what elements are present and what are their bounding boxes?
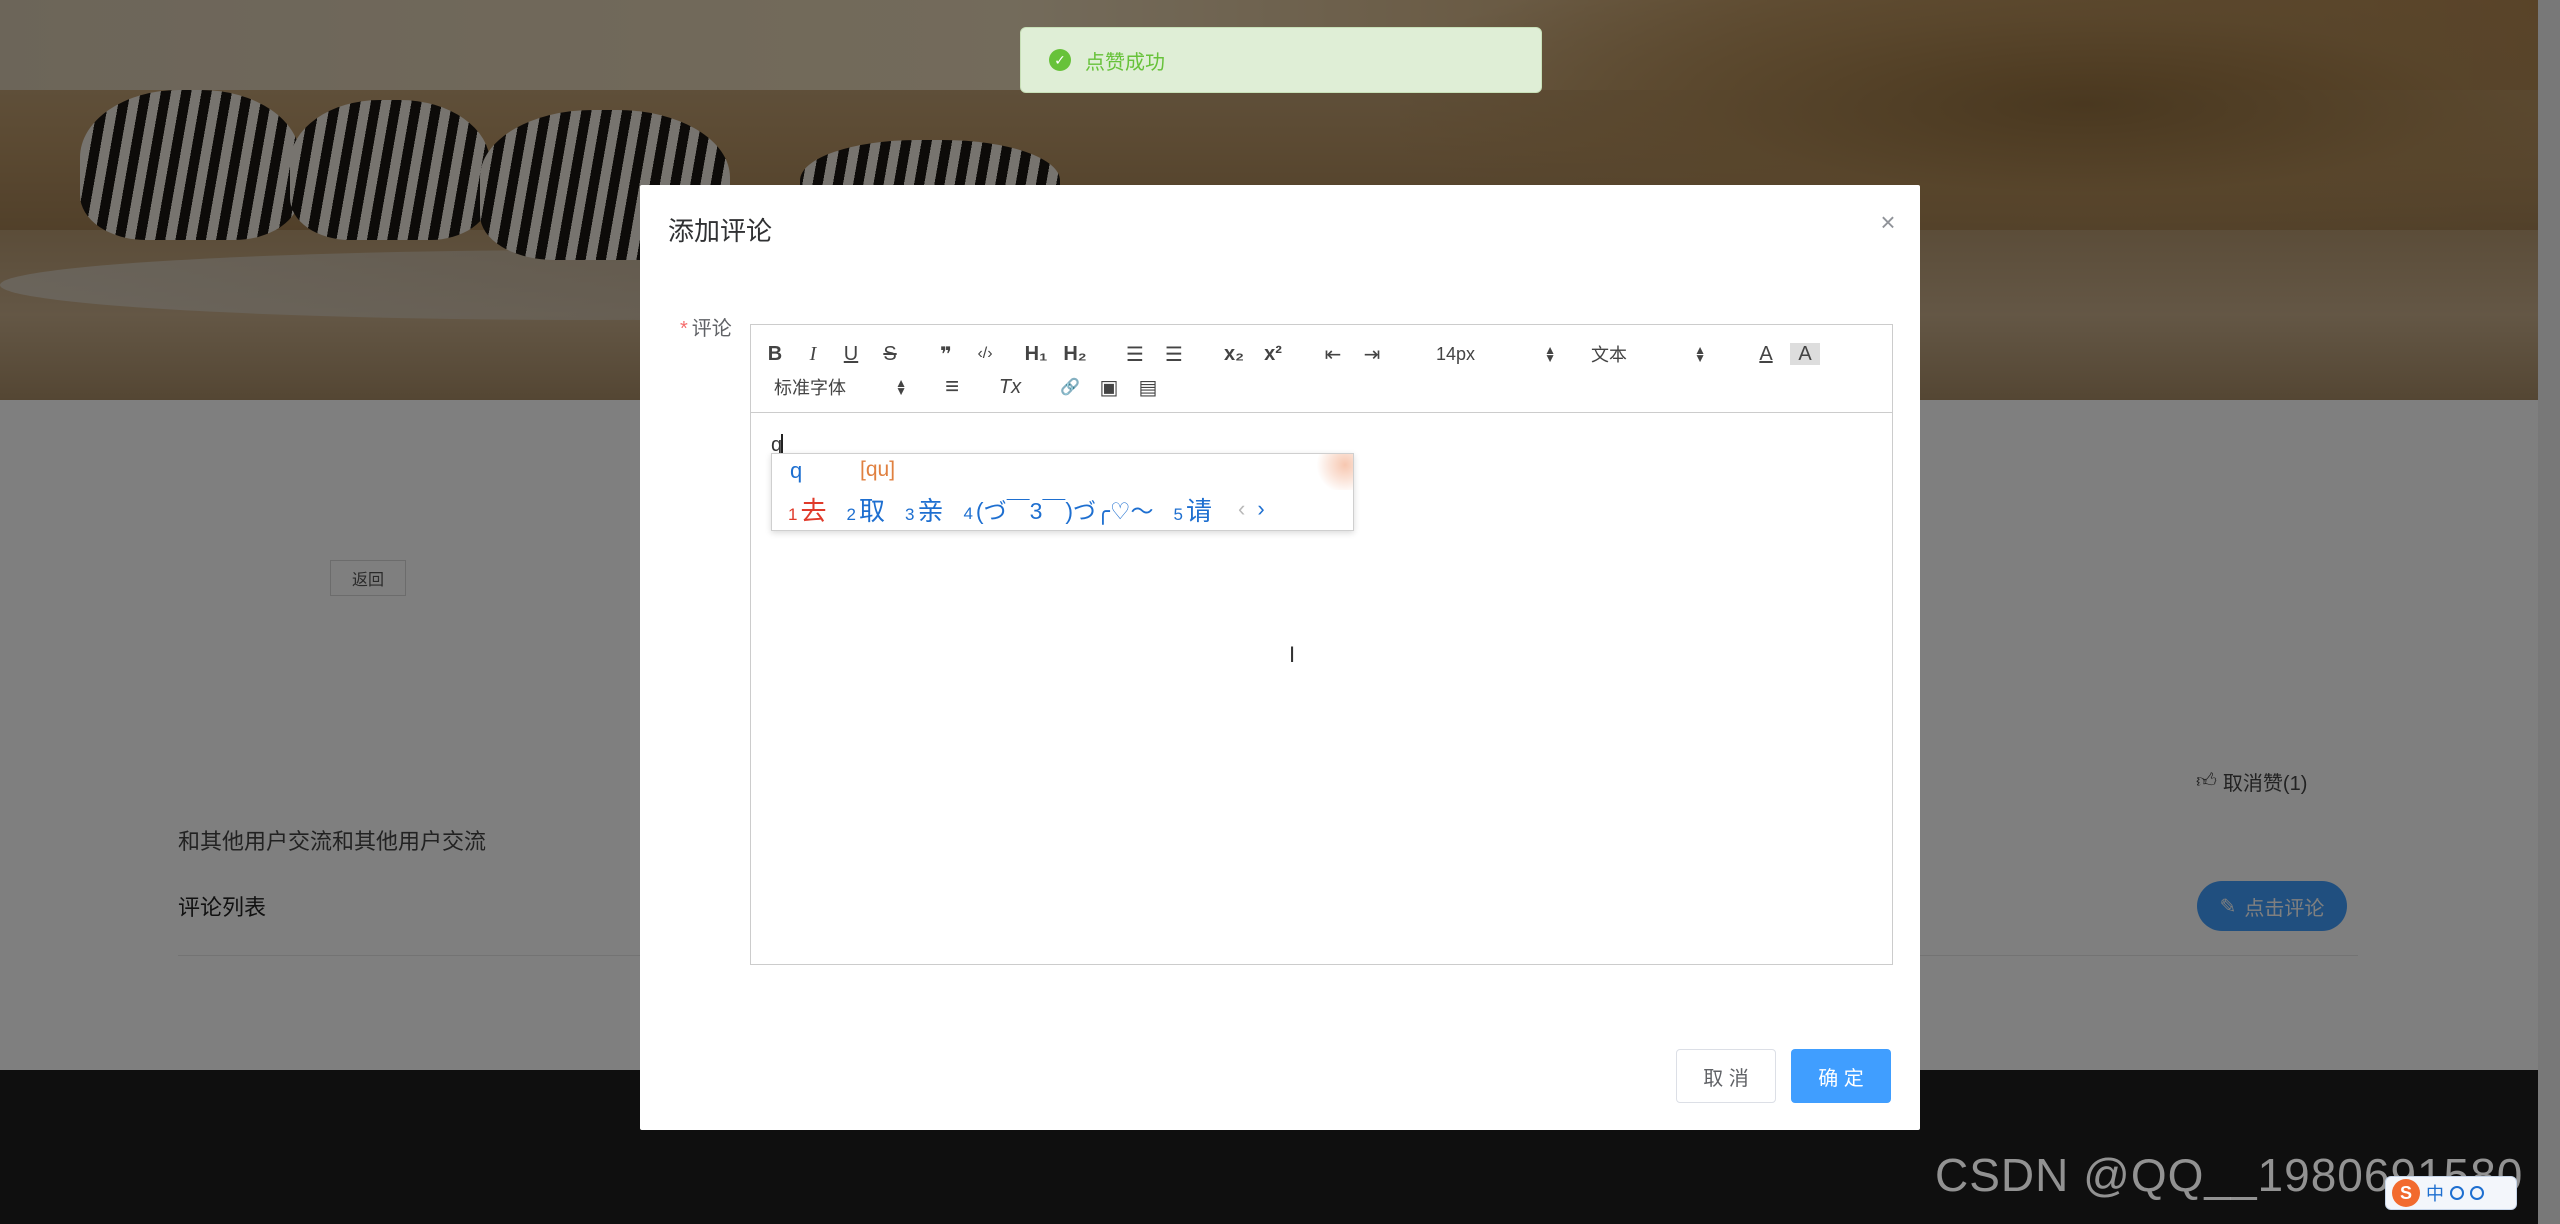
confirm-button[interactable]: 确 定 (1791, 1049, 1891, 1103)
ime-candidate[interactable]: 2取 (846, 491, 884, 528)
code-block-button[interactable]: ‹/› (970, 339, 1000, 369)
ime-pager: ‹ › (1238, 496, 1265, 522)
ime-candidate[interactable]: 3亲 (905, 491, 943, 528)
font-size-value: 14px (1436, 343, 1476, 364)
font-family-value: 标准字体 (774, 378, 846, 398)
bullet-list-button[interactable]: ☰ (1159, 339, 1189, 369)
font-size-select[interactable]: 14px ▲ ▼ (1436, 339, 1556, 369)
heading-2-button[interactable]: H₂ (1060, 339, 1090, 369)
editor-toolbar: B I U S ❞ ‹/› H₁ H₂ ☰ ☰ x₂ x² ⇤ ⇥ 14px ▲… (751, 325, 1892, 413)
sogou-logo-icon: S (2392, 1179, 2420, 1207)
clean-format-button[interactable]: Tx (995, 372, 1025, 402)
bold-button[interactable]: B (760, 339, 790, 369)
align-button[interactable]: ≡ (937, 372, 967, 402)
ime-pinyin: [qu] (860, 458, 896, 481)
flower-decoration-icon (1313, 454, 1353, 490)
superscript-button[interactable]: x² (1258, 339, 1288, 369)
cancel-button[interactable]: 取 消 (1676, 1049, 1776, 1103)
emoji-icon (2470, 1186, 2484, 1200)
chevron-left-icon[interactable]: ‹ (1238, 496, 1245, 522)
comment-label-text: 评论 (691, 318, 732, 340)
select-arrows-icon: ▲ ▼ (1694, 343, 1706, 365)
ime-candidate-window: q [qu] 1去 2取 3亲 4 (づ￣3￣)づ╭♡～ 5请 ‹ › (771, 453, 1354, 531)
italic-button[interactable]: I (798, 339, 828, 369)
ime-candidate[interactable]: 5请 (1174, 491, 1212, 528)
comment-field-label: * 评论 (680, 312, 732, 341)
dialog-title: 添加评论 (668, 216, 773, 246)
indent-button[interactable]: ⇥ (1357, 339, 1387, 369)
select-arrows-icon: ▲ ▼ (1544, 343, 1556, 365)
ime-candidates: 1去 2取 3亲 4 (づ￣3￣)づ╭♡～ 5请 ‹ › (788, 492, 1265, 526)
subscript-button[interactable]: x₂ (1219, 339, 1249, 369)
close-icon[interactable]: × (1873, 207, 1903, 237)
ime-candidate[interactable]: 4 (づ￣3￣)づ╭♡～ (963, 492, 1153, 526)
success-toast: ✓ 点赞成功 (1020, 27, 1542, 93)
ordered-list-button[interactable]: ☰ (1120, 339, 1150, 369)
font-family-select[interactable]: 标准字体 ▲ ▼ (774, 372, 907, 402)
select-arrows-icon: ▲ ▼ (895, 376, 907, 398)
font-color-button[interactable]: A (1751, 339, 1781, 369)
header-select[interactable]: 文本 ▲ ▼ (1591, 339, 1706, 369)
toast-message: 点赞成功 (1085, 51, 1165, 74)
rich-text-editor: B I U S ❞ ‹/› H₁ H₂ ☰ ☰ x₂ x² ⇤ ⇥ 14px ▲… (750, 324, 1893, 965)
outdent-button[interactable]: ⇤ (1318, 339, 1348, 369)
ime-mode-label: 中 (2426, 1184, 2444, 1204)
background-color-button[interactable]: A (1790, 343, 1820, 365)
blockquote-button[interactable]: ❞ (931, 339, 961, 369)
text-cursor-icon: I (1289, 642, 1296, 667)
link-button[interactable]: 🔗 (1055, 372, 1085, 402)
heading-1-button[interactable]: H₁ (1021, 339, 1051, 369)
image-button[interactable]: ▣ (1094, 372, 1124, 402)
underline-button[interactable]: U (836, 339, 866, 369)
ime-composition: q (790, 458, 803, 483)
check-circle-icon: ✓ (1049, 49, 1071, 71)
punctuation-icon (2450, 1186, 2464, 1200)
required-mark: * (680, 318, 688, 340)
video-button[interactable]: ▤ (1133, 372, 1163, 402)
ime-status-bar[interactable]: S 中 (2385, 1176, 2517, 1210)
chevron-right-icon[interactable]: › (1257, 496, 1264, 522)
ime-candidate[interactable]: 1去 (788, 491, 826, 528)
header-value: 文本 (1591, 345, 1627, 365)
strikethrough-button[interactable]: S (875, 339, 905, 369)
add-comment-dialog: 添加评论 × * 评论 B I U S ❞ ‹/› H₁ H₂ ☰ ☰ x₂ x²… (640, 185, 1920, 1130)
